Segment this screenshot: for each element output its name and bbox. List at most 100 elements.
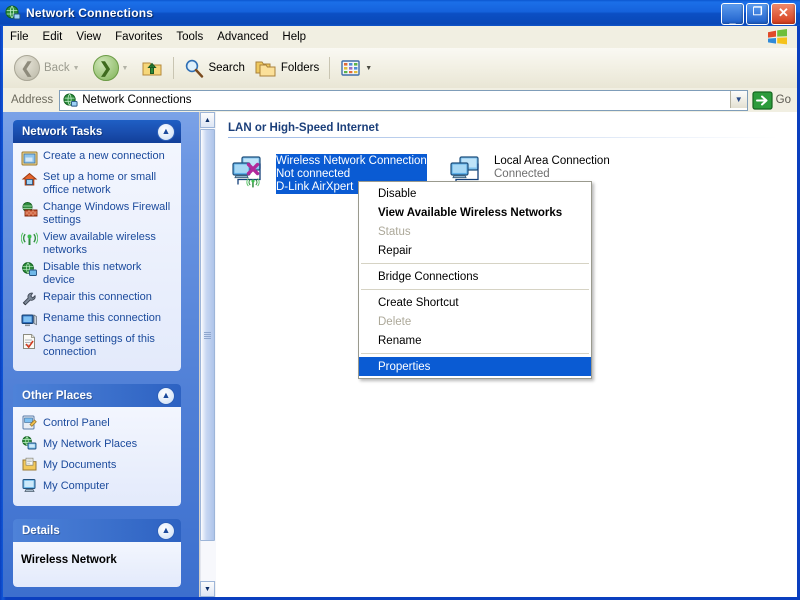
network-tasks-header[interactable]: Network Tasks ▲ — [13, 120, 181, 143]
forward-button[interactable]: ❯ ▼ — [88, 51, 137, 85]
task-label: Repair this connection — [43, 291, 152, 304]
go-button[interactable]: Go — [750, 91, 797, 110]
place-label: My Network Places — [43, 438, 137, 450]
context-menu-separator — [361, 263, 589, 264]
scroll-down-button[interactable]: ▼ — [200, 581, 215, 597]
menu-edit[interactable]: Edit — [36, 29, 70, 45]
back-label: Back — [44, 62, 70, 74]
scrollbar-thumb[interactable] — [200, 129, 215, 541]
task-label: Set up a home or small office network — [43, 171, 173, 197]
folders-icon — [255, 58, 277, 78]
address-dropdown-icon[interactable]: ▼ — [730, 91, 747, 108]
window-controls: _ ❐ ✕ — [721, 3, 796, 25]
up-folder-icon — [141, 58, 163, 78]
wireless-disconnected-icon — [228, 154, 272, 192]
place-my-network-places[interactable]: My Network Places — [21, 435, 173, 452]
context-menu-item-view-available-wireless-networks[interactable]: View Available Wireless Networks — [359, 203, 591, 222]
task-view-wireless-networks[interactable]: View available wireless networks — [21, 231, 173, 257]
connection-status: Connected — [494, 168, 610, 181]
place-control-panel[interactable]: Control Panel — [21, 414, 173, 431]
folders-button[interactable]: Folders — [250, 51, 324, 85]
wrench-icon — [21, 291, 38, 308]
menu-tools[interactable]: Tools — [169, 29, 210, 45]
task-setup-home-network[interactable]: Set up a home or small office network — [21, 171, 173, 197]
minimize-button[interactable]: _ — [721, 3, 744, 25]
globe-disable-icon — [21, 261, 38, 278]
context-menu-item-properties[interactable]: Properties — [359, 357, 591, 376]
context-menu-item-delete: Delete — [359, 312, 591, 331]
chevron-up-icon[interactable]: ▲ — [157, 123, 175, 141]
network-connections-window: Network Connections _ ❐ ✕ File Edit View… — [0, 0, 800, 600]
task-label: Change Windows Firewall settings — [43, 201, 173, 227]
search-button[interactable]: Search — [179, 51, 249, 85]
task-create-new-connection[interactable]: Create a new connection — [21, 150, 173, 167]
window-title: Network Connections — [26, 6, 153, 20]
task-label: Change settings of this connection — [43, 333, 173, 359]
context-menu-item-rename[interactable]: Rename — [359, 331, 591, 350]
context-menu-item-disable[interactable]: Disable — [359, 184, 591, 203]
context-menu-separator — [361, 353, 589, 354]
maximize-button[interactable]: ❐ — [746, 3, 769, 25]
menu-view[interactable]: View — [69, 29, 108, 45]
address-input[interactable]: Network Connections ▼ — [59, 90, 747, 111]
back-arrow-icon: ❮ — [14, 55, 40, 81]
context-menu-item-status: Status — [359, 222, 591, 241]
details-body: Wireless Network — [13, 542, 181, 587]
connection-name: Wireless Network Connection — [276, 155, 427, 168]
context-menu[interactable]: Disable View Available Wireless Networks… — [358, 181, 592, 379]
go-arrow-icon — [752, 91, 773, 110]
network-globe-icon — [5, 5, 21, 21]
close-button[interactable]: ✕ — [771, 3, 796, 25]
my-computer-icon — [21, 477, 38, 494]
chevron-up-icon[interactable]: ▲ — [157, 387, 175, 405]
task-change-firewall-settings[interactable]: Change Windows Firewall settings — [21, 201, 173, 227]
task-repair-connection[interactable]: Repair this connection — [21, 291, 173, 308]
details-header[interactable]: Details ▲ — [13, 519, 181, 542]
views-dropdown-icon[interactable]: ▼ — [365, 65, 372, 72]
task-pane-scrollbar[interactable]: ▲ ▼ — [199, 112, 216, 597]
task-pane: Network Tasks ▲ C — [3, 112, 199, 597]
task-disable-network-device[interactable]: Disable this network device — [21, 261, 173, 287]
back-dropdown-icon[interactable]: ▼ — [73, 65, 80, 72]
other-places-header[interactable]: Other Places ▲ — [13, 384, 181, 407]
title-bar[interactable]: Network Connections _ ❐ ✕ — [0, 0, 800, 26]
menu-file[interactable]: File — [3, 29, 36, 45]
toolbar-separator-1 — [173, 57, 174, 79]
up-button[interactable] — [136, 51, 168, 85]
task-label: Rename this connection — [43, 312, 161, 325]
place-label: Control Panel — [43, 417, 110, 429]
place-my-documents[interactable]: My Documents — [21, 456, 173, 473]
context-menu-item-repair[interactable]: Repair — [359, 241, 591, 260]
menu-favorites[interactable]: Favorites — [108, 29, 169, 45]
context-menu-item-bridge-connections[interactable]: Bridge Connections — [359, 267, 591, 286]
task-rename-connection[interactable]: Rename this connection — [21, 312, 173, 329]
task-label: Disable this network device — [43, 261, 173, 287]
toolbar-separator-2 — [329, 57, 330, 79]
place-my-computer[interactable]: My Computer — [21, 477, 173, 494]
category-divider — [228, 137, 778, 138]
other-places-body: Control Panel My Ne — [13, 407, 181, 506]
menu-advanced[interactable]: Advanced — [210, 29, 275, 45]
chevron-up-icon[interactable]: ▲ — [157, 522, 175, 540]
connection-name: Local Area Connection — [494, 155, 610, 168]
control-panel-icon — [21, 414, 38, 431]
menu-help[interactable]: Help — [275, 29, 313, 45]
search-label: Search — [208, 62, 244, 74]
settings-page-icon — [21, 333, 38, 350]
views-grid-icon — [340, 58, 362, 78]
views-button[interactable]: ▼ — [335, 51, 380, 85]
context-menu-item-create-shortcut[interactable]: Create Shortcut — [359, 293, 591, 312]
folders-label: Folders — [281, 62, 319, 74]
task-change-settings[interactable]: Change settings of this connection — [21, 333, 173, 359]
go-label: Go — [776, 94, 791, 106]
address-bar: Address Network Connections ▼ Go — [3, 88, 797, 113]
forward-arrow-icon: ❯ — [93, 55, 119, 81]
scroll-up-button[interactable]: ▲ — [200, 112, 215, 128]
my-network-places-icon — [21, 435, 38, 452]
back-button[interactable]: ❮ Back ▼ — [9, 51, 88, 85]
new-connection-icon — [21, 150, 38, 167]
network-tasks-title: Network Tasks — [22, 126, 102, 138]
maximize-icon: ❐ — [747, 6, 768, 19]
forward-dropdown-icon[interactable]: ▼ — [122, 65, 129, 72]
task-label: View available wireless networks — [43, 231, 173, 257]
